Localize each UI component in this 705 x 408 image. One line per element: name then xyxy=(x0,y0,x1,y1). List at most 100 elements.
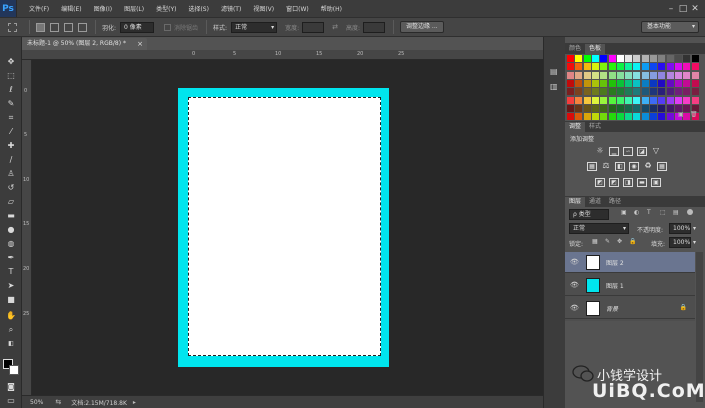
eraser-tool-icon[interactable]: ▱ xyxy=(4,195,18,208)
color-swatch[interactable] xyxy=(583,79,591,87)
color-swatch[interactable] xyxy=(616,55,624,62)
color-swatch[interactable] xyxy=(583,71,591,79)
color-swatch[interactable] xyxy=(674,79,682,87)
menu-filter[interactable]: 滤镜(T) xyxy=(215,4,247,13)
color-swatch[interactable] xyxy=(608,71,616,79)
gradient-map-icon[interactable]: ▬ xyxy=(637,178,647,187)
lasso-tool-icon[interactable]: ℓ xyxy=(4,83,18,96)
hue-saturation-icon[interactable]: ▦ xyxy=(587,162,597,171)
close-button[interactable]: ✕ xyxy=(689,3,701,15)
chevron-down-icon[interactable]: ▾ xyxy=(693,239,696,246)
vertical-ruler[interactable]: 0 5 10 15 20 25 xyxy=(22,60,32,395)
color-swatch[interactable] xyxy=(608,113,616,121)
color-swatch[interactable] xyxy=(658,88,666,96)
color-swatch[interactable] xyxy=(641,104,649,112)
tab-paths[interactable]: 路径 xyxy=(605,197,625,207)
horizontal-ruler[interactable]: 0 5 10 15 20 25 xyxy=(22,50,543,60)
color-swatch[interactable] xyxy=(591,96,599,104)
menu-layer[interactable]: 图层(L) xyxy=(118,4,150,13)
default-colors-icon[interactable]: ◧ xyxy=(4,337,18,350)
color-swatch[interactable] xyxy=(583,88,591,96)
color-swatch[interactable] xyxy=(608,88,616,96)
color-swatch[interactable] xyxy=(583,96,591,104)
black-white-icon[interactable]: ◧ xyxy=(615,162,625,171)
color-swatch[interactable] xyxy=(567,104,574,112)
color-swatch[interactable] xyxy=(633,71,641,79)
color-swatch[interactable] xyxy=(666,79,674,87)
color-swatch[interactable] xyxy=(608,96,616,104)
filter-type-icon[interactable]: T xyxy=(647,209,651,216)
color-swatch[interactable] xyxy=(567,96,574,104)
close-icon[interactable]: × xyxy=(137,38,143,50)
dodge-tool-icon[interactable]: ◍ xyxy=(4,237,18,250)
color-swatch[interactable] xyxy=(600,88,608,96)
color-swatch[interactable] xyxy=(674,88,682,96)
color-swatch[interactable] xyxy=(658,113,666,121)
color-swatch[interactable] xyxy=(666,96,674,104)
color-swatch[interactable] xyxy=(600,104,608,112)
menu-file[interactable]: 文件(F) xyxy=(23,4,55,13)
screen-mode-icon[interactable]: ▭ xyxy=(4,394,18,407)
color-swatch[interactable] xyxy=(633,63,641,71)
color-swatch[interactable] xyxy=(641,96,649,104)
color-swatch[interactable] xyxy=(583,63,591,71)
color-swatch[interactable] xyxy=(600,71,608,79)
color-swatch[interactable] xyxy=(691,71,699,79)
color-swatch[interactable] xyxy=(567,79,574,87)
style-select[interactable]: 正常 ▾ xyxy=(231,21,278,33)
color-swatch[interactable] xyxy=(616,79,624,87)
color-swatch[interactable] xyxy=(691,88,699,96)
quick-selection-tool-icon[interactable]: ✎ xyxy=(4,97,18,110)
curves-icon[interactable]: ∽ xyxy=(623,147,633,156)
color-swatch[interactable] xyxy=(600,63,608,71)
tab-styles[interactable]: 样式 xyxy=(585,122,605,132)
zoom-tool-icon[interactable]: ⌕ xyxy=(4,323,18,336)
lock-image-icon[interactable]: ✎ xyxy=(605,238,610,245)
visibility-eye-icon[interactable]: 👁 xyxy=(570,304,579,312)
visibility-eye-icon[interactable]: 👁 xyxy=(570,258,579,266)
color-swatch[interactable] xyxy=(583,55,591,62)
lock-position-icon[interactable]: ✥ xyxy=(617,238,622,245)
color-swatch[interactable] xyxy=(666,63,674,71)
color-swatch[interactable] xyxy=(616,63,624,71)
color-swatch[interactable] xyxy=(575,104,583,112)
pen-tool-icon[interactable]: ✒ xyxy=(4,251,18,264)
color-swatch[interactable] xyxy=(567,63,574,71)
color-swatch[interactable] xyxy=(674,71,682,79)
color-swatch[interactable] xyxy=(633,79,641,87)
minimize-button[interactable]: – xyxy=(665,3,677,15)
color-swatch[interactable] xyxy=(608,79,616,87)
color-lookup-icon[interactable]: ▦ xyxy=(657,162,667,171)
color-swatch[interactable] xyxy=(575,63,583,71)
color-swatch[interactable] xyxy=(583,113,591,121)
color-swatch[interactable] xyxy=(650,71,657,79)
color-swatch[interactable] xyxy=(633,55,641,62)
color-swatch[interactable] xyxy=(625,71,633,79)
trash-icon[interactable]: 🗑 xyxy=(690,111,698,118)
layer-name[interactable]: 图层 1 xyxy=(606,281,624,290)
type-tool-icon[interactable]: T xyxy=(4,265,18,278)
layer-row-background[interactable]: 👁 背景 🔒 xyxy=(565,298,695,319)
color-swatch[interactable] xyxy=(650,63,657,71)
color-swatch[interactable] xyxy=(591,71,599,79)
color-swatch[interactable] xyxy=(625,113,633,121)
clone-stamp-tool-icon[interactable]: ♙ xyxy=(4,167,18,180)
menu-help[interactable]: 帮助(H) xyxy=(315,4,348,13)
color-swatch[interactable] xyxy=(625,63,633,71)
color-swatch[interactable] xyxy=(600,55,608,62)
width-input[interactable] xyxy=(302,21,325,33)
color-swatch[interactable] xyxy=(625,55,633,62)
color-swatch[interactable] xyxy=(567,55,574,62)
color-swatch[interactable] xyxy=(625,104,633,112)
layer-row-1[interactable]: 👁 图层 1 xyxy=(565,275,695,296)
posterize-icon[interactable]: ◩ xyxy=(609,178,619,187)
color-swatch[interactable] xyxy=(650,88,657,96)
color-swatch[interactable] xyxy=(683,96,691,104)
color-swatch[interactable] xyxy=(567,71,574,79)
color-swatch[interactable] xyxy=(575,55,583,62)
status-menu-arrow-icon[interactable]: ▸ xyxy=(133,399,136,406)
color-swatch[interactable] xyxy=(591,88,599,96)
color-swatch[interactable] xyxy=(616,71,624,79)
color-swatch[interactable] xyxy=(658,79,666,87)
color-swatch[interactable] xyxy=(666,104,674,112)
